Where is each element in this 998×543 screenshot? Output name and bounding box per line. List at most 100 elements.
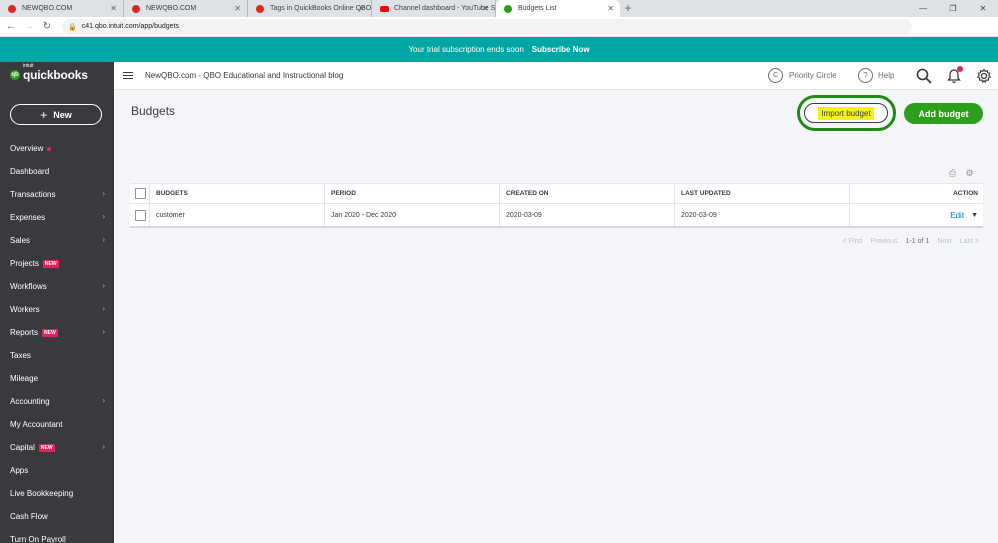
settings-gear-icon[interactable] [976,68,992,84]
top-header: NewQBO.com - QBO Educational and Instruc… [114,62,998,90]
browser-tab[interactable]: Channel dashboard - YouTube St ✕ [372,0,496,17]
sidebar-item-cash-flow[interactable]: Cash Flow [0,505,114,528]
quickbooks-logo[interactable]: qb intuit quickbooks [10,63,88,82]
import-budget-button[interactable]: Import budget [804,103,888,123]
new-badge: NEW [38,443,55,452]
new-button[interactable]: + New [10,104,102,125]
sidebar-item-label: Workers [10,305,40,314]
close-window-icon[interactable]: ✕ [968,0,998,17]
chevron-right-icon: › [102,327,105,336]
youtube-icon [380,6,389,12]
import-budget-label: Import budget [818,106,874,120]
sidebar-item-mileage[interactable]: Mileage [0,367,114,390]
print-icon[interactable]: ⎙ [947,168,958,179]
pager-first[interactable]: < First [843,238,863,245]
sidebar-item-label: Live Bookkeeping [10,489,74,498]
sidebar-item-apps[interactable]: Apps [0,459,114,482]
forward-icon[interactable]: → [22,21,36,32]
period-cell: Jan 2020 - Dec 2020 [325,204,500,226]
priority-circle-icon: C [768,68,783,83]
sidebar-item-capital[interactable]: Capital NEW › [0,436,114,459]
column-header-last-updated[interactable]: LAST UPDATED [675,184,850,203]
sidebar-item-label: Sales [10,236,31,245]
browser-tab[interactable]: NEWQBO.COM ✕ [124,0,248,17]
table-row: customer Jan 2020 - Dec 2020 2020-03-09 … [130,204,983,226]
browser-tab-label: NEWQBO.COM [146,5,197,12]
sidebar-item-label: Accounting [10,397,50,406]
pager-previous[interactable]: Previous [870,238,897,245]
new-tab-button[interactable]: + [620,0,636,17]
quickbooks-wordmark: quickbooks [23,68,88,82]
chevron-right-icon: › [102,442,105,451]
column-header-period[interactable]: PERIOD [325,184,500,203]
pager-last[interactable]: Last > [960,238,979,245]
column-header-action: ACTION [953,190,978,197]
url-field[interactable]: 🔒 c41.qbo.intuit.com/app/budgets [62,19,912,34]
sidebar-item-workers[interactable]: Workers › [0,298,114,321]
budget-name-cell[interactable]: customer [150,204,325,226]
chevron-right-icon: › [102,304,105,313]
sidebar-item-workflows[interactable]: Workflows › [0,275,114,298]
column-header-budgets[interactable]: BUDGETS [150,184,325,203]
table-settings-gear-icon[interactable]: ⚙ [964,168,975,179]
sidebar-item-transactions[interactable]: Transactions › [0,183,114,206]
url-text: c41.qbo.intuit.com/app/budgets [81,23,180,30]
sidebar-item-label: Expenses [10,213,46,222]
minimize-icon[interactable]: — [908,0,938,17]
sidebar-nav: Overview Dashboard Transactions › Expenses › S… [0,137,114,543]
maximize-icon[interactable]: ❐ [938,0,968,17]
company-name: NewQBO.com - QBO Educational and Instruc… [145,71,344,80]
column-header-created-on[interactable]: CREATED ON [500,184,675,203]
close-tab-icon[interactable]: ✕ [358,4,365,13]
browser-tab[interactable]: NEWQBO.COM ✕ [0,0,124,17]
sidebar-item-overview[interactable]: Overview [0,137,114,160]
priority-circle-link[interactable]: C Priority Circle [768,68,837,83]
window-controls: — ❐ ✕ [908,0,998,17]
chevron-right-icon: › [102,212,105,221]
action-dropdown-caret-icon[interactable]: ▼ [971,212,978,219]
pagination: < First Previous 1-1 of 1 Next Last > [843,238,979,245]
red-circle-icon [8,5,16,13]
plus-icon: + [40,107,48,122]
sidebar-item-live-bookkeeping[interactable]: Live Bookkeeping [0,482,114,505]
table-tools: ⎙ ⚙ [947,168,975,179]
edit-link[interactable]: Edit [950,211,964,220]
address-bar: ← → ↻ 🔒 c41.qbo.intuit.com/app/budgets ⌕… [0,17,998,47]
notification-badge [957,66,963,72]
browser-tab-label: Tags in QuickBooks Online QBO - [270,5,372,12]
sidebar-item-turn-on-payroll[interactable]: Turn On Payroll [0,528,114,543]
close-tab-icon[interactable]: ✕ [234,4,241,13]
reload-icon[interactable]: ↻ [40,21,54,32]
sidebar-item-accounting[interactable]: Accounting › [0,390,114,413]
sidebar-item-taxes[interactable]: Taxes [0,344,114,367]
sidebar-item-label: Projects [10,259,39,268]
help-button[interactable]: ? Help [858,68,894,83]
trial-banner: Your trial subscription ends soon Subscr… [0,37,998,62]
sidebar-item-label: Turn On Payroll [10,535,66,543]
sidebar-item-projects[interactable]: Projects NEW [0,252,114,275]
select-all-checkbox[interactable] [135,188,146,199]
browser-tab-label: NEWQBO.COM [22,5,73,12]
close-tab-icon[interactable]: ✕ [110,4,117,13]
sidebar-item-my-accountant[interactable]: My Accountant [0,413,114,436]
back-icon[interactable]: ← [4,21,18,32]
browser-tab-label: Channel dashboard - YouTube St [394,5,496,12]
add-budget-button[interactable]: Add budget [904,103,983,124]
sidebar-item-label: Workflows [10,282,47,291]
browser-tab[interactable]: Budgets List ✕ [496,0,620,17]
sidebar-item-dashboard[interactable]: Dashboard [0,160,114,183]
search-icon[interactable] [916,68,932,84]
sidebar-item-reports[interactable]: Reports NEW › [0,321,114,344]
sidebar-item-label: Overview [10,144,44,153]
browser-tab[interactable]: Tags in QuickBooks Online QBO - ✕ [248,0,372,17]
chevron-right-icon: › [102,189,105,198]
pager-next[interactable]: Next [937,238,951,245]
sidebar-item-sales[interactable]: Sales › [0,229,114,252]
main-content: Budgets Import budget Add budget ⎙ ⚙ BUD… [114,90,998,543]
sidebar-item-expenses[interactable]: Expenses › [0,206,114,229]
close-tab-icon[interactable]: ✕ [482,4,489,13]
close-tab-icon[interactable]: ✕ [607,4,614,13]
hamburger-menu-icon[interactable] [123,70,133,81]
subscribe-now-link[interactable]: Subscribe Now [532,45,590,54]
row-checkbox[interactable] [135,209,146,221]
